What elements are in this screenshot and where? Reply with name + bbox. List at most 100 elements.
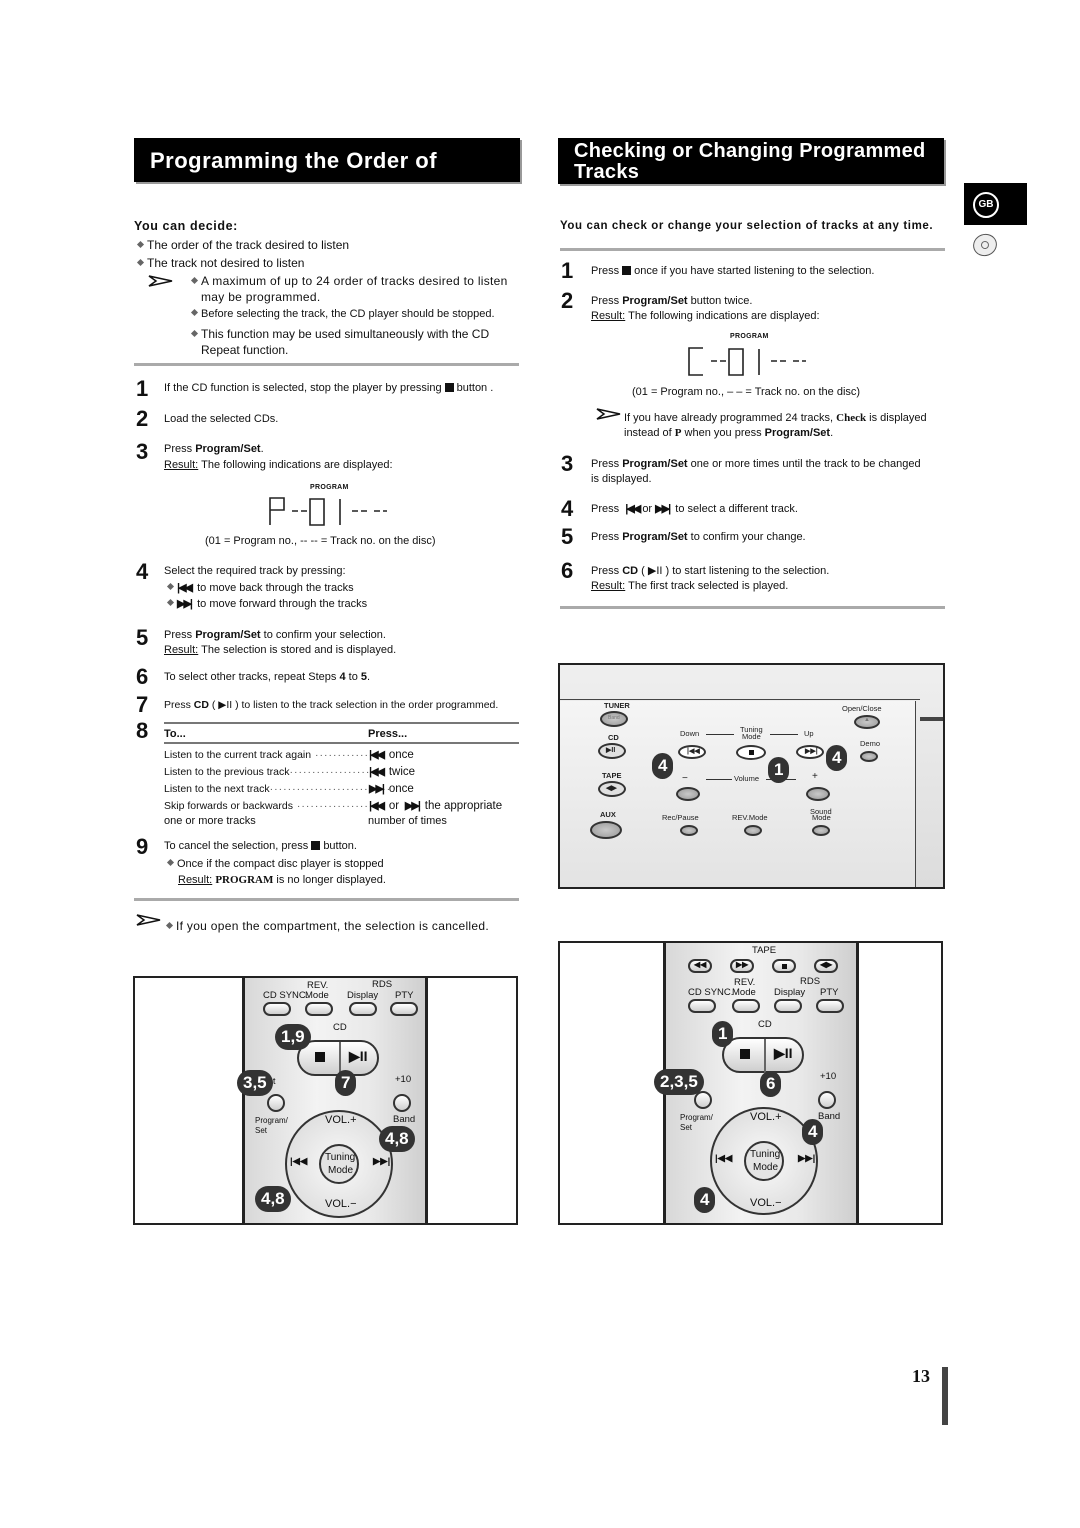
step-badge: 4 bbox=[802, 1119, 824, 1145]
next-track-icon[interactable]: ▶▶| bbox=[798, 1153, 815, 1164]
tuning-mode-label: Mode bbox=[753, 1162, 779, 1173]
step-5-result: Result: The selection is stored and is d… bbox=[164, 644, 397, 656]
next-track-icon[interactable]: ▶▶| bbox=[373, 1156, 390, 1167]
rds-pty-button[interactable] bbox=[816, 999, 844, 1013]
mode-label: Mode bbox=[742, 732, 761, 741]
step-badge: 7 bbox=[335, 1070, 357, 1096]
skip-back-button[interactable]: |◀◀ bbox=[678, 745, 706, 759]
cd-sync-button[interactable] bbox=[688, 999, 716, 1013]
volume-down-button[interactable] bbox=[676, 787, 700, 801]
tape-play-button[interactable]: ◀▶ bbox=[814, 959, 838, 973]
cd-icon bbox=[969, 230, 1001, 260]
tape-forward-button[interactable]: ▶▶ bbox=[730, 959, 754, 973]
previous-track-icon[interactable]: |◀◀ bbox=[290, 1156, 307, 1167]
skip-forward-button[interactable]: ▶▶| bbox=[796, 745, 824, 759]
rev-mode-button[interactable] bbox=[732, 999, 760, 1013]
language-badge: GB bbox=[973, 192, 999, 218]
note-arrow-icon bbox=[136, 914, 161, 926]
section-title-programming: Programming the Order of Playback bbox=[134, 138, 520, 219]
step-number: 1 bbox=[561, 258, 574, 283]
cd-sync-button[interactable] bbox=[263, 1002, 291, 1016]
panel-body: TUNER Band CD ▶II TAPE ◀▶ AUX Down Tunin… bbox=[560, 701, 916, 887]
vol-down-button[interactable]: VOL.− bbox=[325, 1198, 357, 1210]
band-button[interactable] bbox=[393, 1094, 411, 1112]
rds-pty-button[interactable] bbox=[390, 1002, 418, 1016]
aux-button[interactable] bbox=[590, 821, 622, 839]
table-row: Skip forwards or backwards ·············… bbox=[164, 800, 503, 812]
divider bbox=[134, 363, 519, 366]
cd-play-pause-button[interactable]: ▶II bbox=[598, 743, 626, 759]
rds-display-button[interactable] bbox=[774, 999, 802, 1013]
cd-sync-label: CD SYNC. bbox=[688, 987, 734, 998]
next-track-icon: ▶▶| bbox=[369, 783, 385, 795]
stop-button[interactable] bbox=[736, 745, 766, 760]
step-number: 4 bbox=[561, 496, 574, 521]
rev-mode-button[interactable] bbox=[305, 1002, 333, 1016]
stop-icon bbox=[622, 266, 632, 275]
tuning-mode-button[interactable] bbox=[744, 1141, 784, 1181]
demo-label: Demo bbox=[860, 739, 881, 748]
label-line bbox=[706, 734, 734, 735]
note-text: If you have already programmed 24 tracks… bbox=[624, 412, 927, 424]
step-2-text: Press Program/Set button twice. bbox=[591, 295, 753, 307]
display-label: Display bbox=[347, 990, 379, 1001]
vol-up-button[interactable]: VOL.+ bbox=[325, 1114, 357, 1126]
stop-icon bbox=[315, 1052, 325, 1062]
program-set-button[interactable] bbox=[267, 1094, 285, 1112]
program-label: Program/ bbox=[255, 1116, 288, 1125]
tape-label: TAPE bbox=[602, 771, 622, 780]
set-label: Set bbox=[255, 1126, 268, 1135]
tape-stop-button[interactable] bbox=[772, 959, 796, 973]
rds-display-button[interactable] bbox=[349, 1002, 377, 1016]
step-badge: 1 bbox=[768, 757, 790, 783]
tuning-mode-button[interactable] bbox=[319, 1144, 359, 1184]
cd-sync-label: CD SYNC. bbox=[263, 990, 309, 1001]
step-badge: 3,5 bbox=[237, 1070, 273, 1096]
table-header-to: To... bbox=[164, 728, 186, 740]
tape-button[interactable]: ◀▶ bbox=[598, 781, 626, 797]
step-number: 5 bbox=[136, 625, 149, 650]
lcd-caption: (01 = Program no., -- -- = Track no. on … bbox=[205, 535, 436, 547]
tuner-band-button[interactable]: Band bbox=[600, 711, 628, 727]
step-1-text: If the CD function is selected, stop the… bbox=[164, 382, 494, 394]
rec-pause-label: Rec/Pause bbox=[662, 813, 699, 822]
tape-rewind-button[interactable]: ◀◀ bbox=[688, 959, 712, 973]
divider bbox=[560, 248, 945, 251]
page-marker-bar bbox=[942, 1367, 948, 1425]
step-1-text: Press once if you have started listening … bbox=[591, 265, 875, 277]
demo-button[interactable] bbox=[860, 751, 878, 762]
tuning-mode-label: Mode bbox=[328, 1165, 354, 1176]
sound-mode-button[interactable] bbox=[812, 825, 830, 836]
device-panel-illustration: TUNER Band CD ▶II TAPE ◀▶ AUX Down Tunin… bbox=[558, 663, 945, 889]
program-indicator: PROGRAM bbox=[730, 333, 769, 340]
cd-stop-play-button[interactable]: ▶II bbox=[297, 1040, 379, 1076]
diamond-bullet-icon bbox=[190, 329, 199, 338]
vol-up-button[interactable]: VOL.+ bbox=[750, 1111, 782, 1123]
previous-track-icon: |◀◀ bbox=[369, 800, 385, 812]
volume-up-button[interactable] bbox=[806, 787, 830, 801]
mode-label: Mode bbox=[305, 990, 329, 1001]
open-close-button[interactable]: ▲ bbox=[854, 715, 880, 729]
rev-mode-button[interactable] bbox=[744, 825, 762, 836]
program-indicator: PROGRAM bbox=[310, 484, 349, 491]
plus10-label: +10 bbox=[820, 1071, 837, 1082]
panel-edge bbox=[920, 717, 943, 721]
table-row: Listen to the current track again ······… bbox=[164, 749, 414, 761]
step-3-text-cont: is displayed. bbox=[591, 473, 652, 485]
remote-illustration-right: TAPE ◀◀ ▶▶ ◀▶ CD SYNC. REV. Mode RDS Dis… bbox=[558, 941, 943, 1225]
rev-mode-label: REV.Mode bbox=[732, 813, 768, 822]
section-title-checking: Checking or Changing Programmed Tracks bbox=[558, 138, 944, 184]
note-item: This function may be used simultaneously… bbox=[190, 326, 489, 342]
note-item-cont: Repeat function. bbox=[201, 343, 289, 357]
band-button[interactable] bbox=[818, 1091, 836, 1109]
previous-track-icon[interactable]: |◀◀ bbox=[715, 1153, 732, 1164]
cd-stop-play-button[interactable]: ▶II bbox=[722, 1037, 804, 1073]
rec-pause-button[interactable] bbox=[680, 825, 698, 836]
plus10-label: +10 bbox=[395, 1074, 412, 1085]
step-5-text: Press Program/Set to confirm your change… bbox=[591, 531, 806, 543]
lcd-readout-p01 bbox=[269, 497, 387, 526]
vol-down-button[interactable]: VOL.− bbox=[750, 1197, 782, 1209]
stop-icon bbox=[311, 841, 321, 850]
pty-label: PTY bbox=[820, 987, 839, 998]
step-2-result: Result: The following indications are di… bbox=[591, 310, 820, 322]
